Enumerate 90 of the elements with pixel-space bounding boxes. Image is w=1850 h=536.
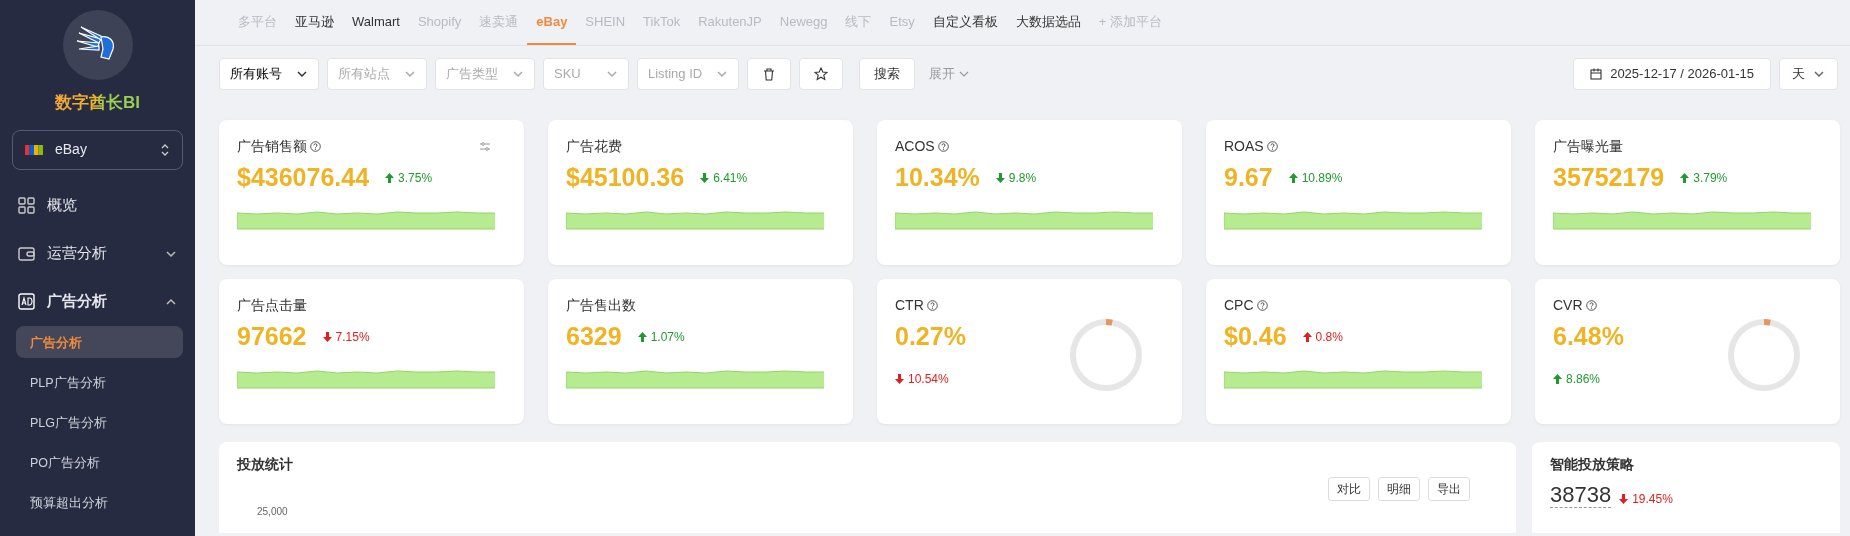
submenu-item[interactable]: 预算超出分析 (16, 485, 183, 518)
metric-value: $45100.36 (566, 162, 685, 193)
axis-tick-label: 25,000 (257, 506, 288, 518)
help-icon (1266, 141, 1278, 152)
metric-value: 9.67 (1224, 162, 1273, 193)
granularity-select[interactable]: 天 (1779, 58, 1838, 90)
submenu-item[interactable]: PO广告分析 (16, 445, 183, 478)
metric-card: 广告点击量 97662 7.15% (219, 279, 524, 424)
ad-icon (18, 293, 35, 310)
up-arrow-icon (637, 331, 647, 342)
action-button[interactable]: 明细 (1378, 477, 1420, 501)
chevron-down-icon (716, 68, 729, 80)
change-indicator: 19.45% (1619, 490, 1673, 509)
submenu-item[interactable]: 广告分析 (16, 325, 183, 358)
delete-button[interactable] (747, 58, 792, 90)
platform-tab[interactable]: 大数据选品 (1006, 0, 1090, 45)
sliders-icon (480, 142, 490, 151)
metric-value: 0.27% (895, 321, 966, 352)
help-icon (1585, 300, 1597, 311)
updown-chevron-icon (160, 142, 170, 157)
change-indicator: 3.79% (1680, 168, 1728, 187)
color-bars-icon (25, 144, 43, 155)
metric-value: 97662 (237, 321, 307, 352)
date-range-picker[interactable]: 2025-12-17 / 2026-01-15 (1573, 58, 1771, 90)
submenu-item[interactable]: PLP广告分析 (16, 365, 183, 398)
metric-card: CVR 6.48% 8.86% (1535, 279, 1840, 424)
platform-tab[interactable]: 亚马逊 (286, 0, 343, 45)
platform-tab[interactable]: 自定义看板 (923, 0, 1007, 45)
panel-title: 智能投放策略 (1550, 455, 1635, 474)
grid-icon (18, 197, 35, 214)
chevron-down-icon (959, 69, 970, 79)
strategy-value: 38738 (1550, 483, 1612, 509)
menu-item[interactable]: 概览 (12, 181, 183, 230)
menu-item[interactable]: 广告分析 (12, 277, 183, 326)
filter-select[interactable]: 所有账号 (219, 58, 319, 90)
chevron-down-icon (1813, 68, 1825, 80)
chevron-down-icon (404, 68, 416, 80)
change-indicator: 7.15% (322, 327, 370, 346)
help-icon (926, 300, 938, 311)
metric-card: 广告曝光量 35752179 3.79% (1535, 120, 1840, 265)
change-indicator: 6.41% (700, 168, 748, 187)
change-indicator: 1.07% (637, 327, 685, 346)
metric-card: ROAS 9.67 10.89% (1206, 120, 1511, 265)
search-button[interactable]: 搜索 (859, 58, 916, 90)
menu-item[interactable]: 运营分析 (12, 229, 183, 278)
up-arrow-icon (1680, 172, 1690, 183)
chevron-down-icon (296, 68, 308, 80)
metric-card: 广告花费 $45100.36 6.41% (548, 120, 853, 265)
down-arrow-icon (322, 331, 332, 342)
up-arrow-icon (1553, 373, 1562, 384)
help-icon (310, 141, 321, 152)
metric-value: 10.34% (895, 162, 980, 193)
metric-value: 6.48% (1553, 321, 1624, 352)
change-indicator: 10.89% (1288, 168, 1343, 187)
down-arrow-icon (1619, 494, 1629, 505)
panel-title: 投放统计 (237, 455, 294, 474)
trash-icon (763, 67, 776, 81)
metric-card: 广告销售额 $436076.44 3.75% (219, 120, 524, 265)
chevron-down-icon (606, 68, 618, 80)
metric-card: ACOS 10.34% 9.8% (877, 120, 1182, 265)
platform-tab[interactable]: Walmart (343, 0, 409, 45)
change-indicator: 3.75% (385, 168, 433, 187)
metric-card: 广告售出数 6329 1.07% (548, 279, 853, 424)
chevron-down-icon (512, 68, 524, 80)
star-icon (814, 67, 829, 81)
metric-value: 6329 (566, 321, 622, 352)
metric-card: CTR 0.27% 10.54% (877, 279, 1182, 424)
up-arrow-icon (385, 172, 395, 183)
wallet-icon (18, 245, 35, 262)
change-indicator: 8.86% (1553, 369, 1601, 388)
down-arrow-icon (700, 172, 710, 183)
up-arrow-icon (1302, 331, 1312, 342)
metric-value: 35752179 (1553, 162, 1665, 193)
down-arrow-icon (895, 373, 904, 384)
help-icon (1256, 300, 1268, 311)
submenu-item[interactable]: PLG广告分析 (16, 405, 183, 438)
action-button[interactable]: 对比 (1328, 477, 1370, 501)
change-indicator: 0.8% (1302, 327, 1343, 346)
help-icon (937, 141, 949, 152)
down-arrow-icon (995, 172, 1005, 183)
change-indicator: 9.8% (995, 168, 1037, 187)
up-arrow-icon (1288, 172, 1298, 183)
favorite-button[interactable] (799, 58, 844, 90)
metric-value: $0.46 (1224, 321, 1287, 352)
calendar-icon (1590, 68, 1603, 80)
action-button[interactable]: 导出 (1428, 477, 1470, 501)
platform-select[interactable]: eBay (12, 129, 183, 170)
change-indicator: 10.54% (895, 369, 949, 388)
metric-value: $436076.44 (237, 162, 370, 193)
metric-card: CPC $0.46 0.8% (1206, 279, 1511, 424)
